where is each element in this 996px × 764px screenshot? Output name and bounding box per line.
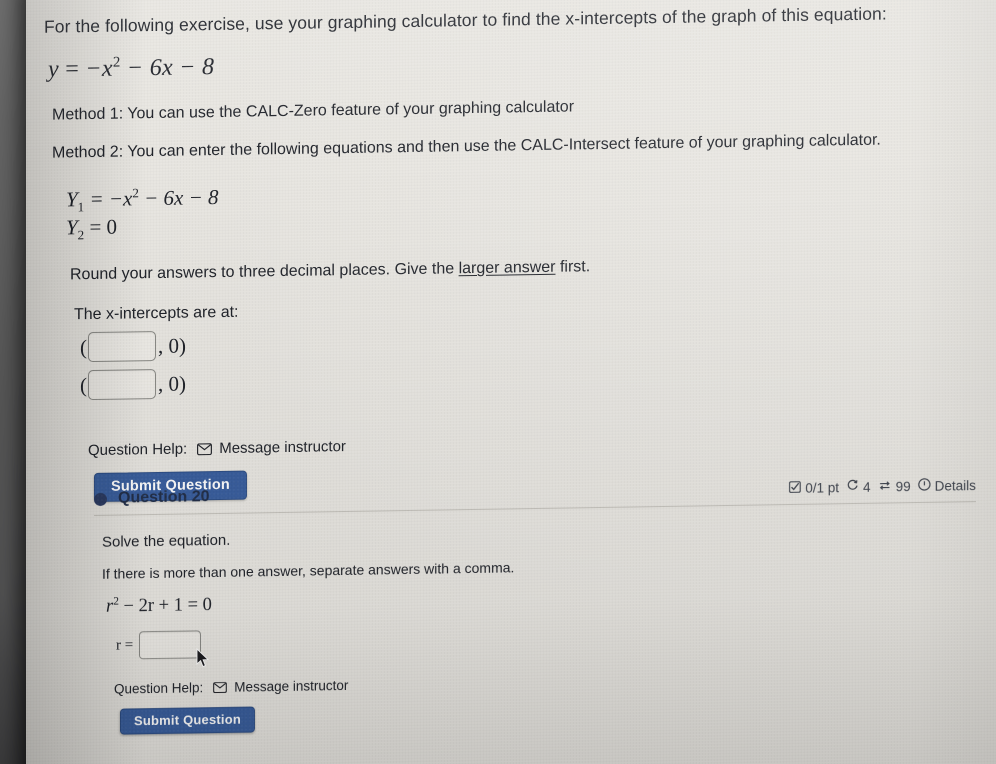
open-paren-1: ( <box>79 334 87 359</box>
rounding-instruction: Round your answers to three decimal plac… <box>70 252 984 284</box>
method-2-text: Method 2: You can enter the following eq… <box>51 132 881 163</box>
y2-label: Y <box>65 214 78 240</box>
intercept-answer-row-2: ( , 0) <box>79 356 984 401</box>
rounding-text-after: first. <box>555 258 591 276</box>
message-instructor-label: Message instructor <box>219 438 346 458</box>
question-20-line-2: If there is more than one answer, separa… <box>101 559 515 582</box>
message-instructor-label-20: Message instructor <box>234 678 349 696</box>
question-19-system: Y1 = −x2 − 6x − 8 Y2 = 0 <box>66 172 984 242</box>
rounding-emphasis: larger answer <box>458 258 556 278</box>
question-20-line-1: Solve the equation. <box>101 531 231 551</box>
q20-equation-rest: − 2r + 1 = 0 <box>123 595 212 617</box>
question-20-help-row: Question Help: Message instructor <box>114 668 994 697</box>
intercept-answer-row-1: ( , 0) <box>79 318 984 363</box>
intercept-input-2[interactable] <box>87 369 156 401</box>
question-19-equation: y = −x2 − 6x − 8 <box>48 41 984 84</box>
y1-subscript: 1 <box>77 199 85 215</box>
attempts-badge: 4 <box>846 479 871 495</box>
method-1-text: Method 1: You can use the CALC-Zero feat… <box>51 98 575 124</box>
question-20-block: Question 20 0/1 pt 4 99 Details Solve th… <box>44 476 994 736</box>
question-20-meta: 0/1 pt 4 99 Details <box>789 477 976 496</box>
question-20-answer-row: r = <box>116 618 994 660</box>
retries-value: 99 <box>895 478 911 494</box>
equation-term-a: −x <box>85 55 113 82</box>
mail-icon <box>213 682 228 694</box>
question-20-title: Question 20 <box>117 488 210 507</box>
intercept-input-1[interactable] <box>87 331 156 363</box>
q20-equation-exponent: 2 <box>113 595 119 608</box>
y1-exponent: 2 <box>132 185 139 201</box>
question-19-help-row: Question Help: Message instructor <box>88 428 984 459</box>
message-instructor-link[interactable]: Message instructor <box>197 438 346 457</box>
mail-icon <box>197 442 213 456</box>
question-help-label: Question Help: <box>87 440 188 460</box>
equation-equals: = <box>65 55 80 83</box>
photo-frame: For the following exercise, use your gra… <box>0 0 996 764</box>
shuffle-arrows-icon <box>878 479 892 494</box>
question-help-label-20: Question Help: <box>113 680 204 697</box>
points-value: 0/1 pt <box>805 479 840 496</box>
r-equals-label: r = <box>115 637 134 654</box>
equation-term-b: − 6x − 8 <box>126 53 215 82</box>
question-20-title-group: Question 20 <box>93 488 210 508</box>
status-dot-icon <box>93 492 107 506</box>
question-19-prompt: For the following exercise, use your gra… <box>43 3 887 37</box>
attempts-value: 4 <box>863 479 871 495</box>
screen-surface: For the following exercise, use your gra… <box>26 0 996 764</box>
equation-lhs: y <box>47 56 59 83</box>
info-circle-icon <box>917 478 931 494</box>
y2-rhs: = 0 <box>89 214 118 239</box>
y1-label: Y <box>65 187 78 212</box>
y1-rhs-b: − 6x − 8 <box>144 185 219 211</box>
question-20-body: Solve the equation. If there is more tha… <box>102 518 994 735</box>
y1-rhs-a: = −x <box>89 186 133 212</box>
y2-subscript: 2 <box>77 227 85 243</box>
open-paren-2: ( <box>79 372 87 397</box>
retries-badge: 99 <box>878 479 911 495</box>
rounding-text-before: Round your answers to three decimal plac… <box>69 260 459 284</box>
submit-question-button-20[interactable]: Submit Question <box>119 706 255 735</box>
message-instructor-link-20[interactable]: Message instructor <box>213 678 348 695</box>
retry-arrow-icon <box>846 479 859 495</box>
close-paren-2: , 0) <box>157 371 186 396</box>
question-19-block: For the following exercise, use your gra… <box>44 1 984 503</box>
close-paren-1: , 0) <box>157 333 186 358</box>
details-label: Details <box>934 477 976 494</box>
checkbox-icon <box>789 480 802 495</box>
details-link[interactable]: Details <box>917 477 976 494</box>
points-badge: 0/1 pt <box>789 480 839 496</box>
equation-exponent: 2 <box>112 54 121 71</box>
r-answer-input[interactable] <box>139 630 202 660</box>
question-20-equation: r2 − 2r + 1 = 0 <box>106 582 994 618</box>
